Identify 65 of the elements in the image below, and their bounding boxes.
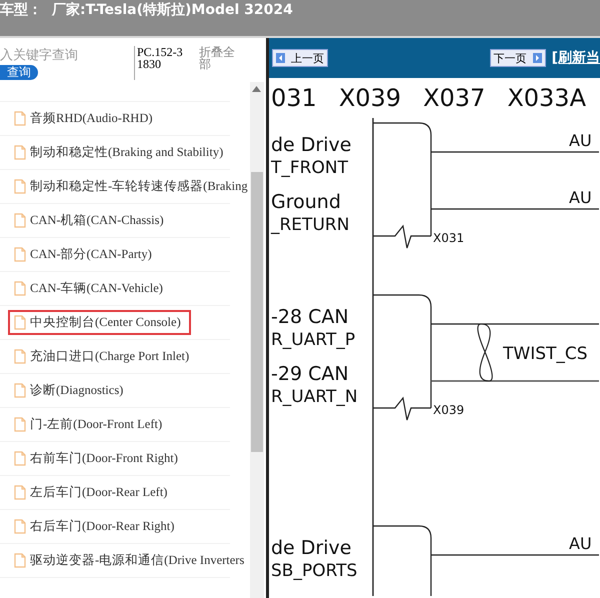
tree-item[interactable]: 门-左前(Door-Front Left) [8, 412, 172, 437]
pin-label: T_FRONT [271, 158, 348, 178]
pin-label: SB_PORTS [271, 561, 358, 581]
part-number: PC.152-31830 [134, 46, 187, 80]
pin-label: de Drive [271, 537, 352, 559]
file-icon [14, 281, 26, 296]
twist-label: TWIST_CS [503, 344, 588, 364]
wire-label: AU [569, 131, 592, 150]
break-symbol [373, 224, 431, 249]
tree-item[interactable]: 诊断(Diagnostics) [8, 378, 134, 403]
connector-name: X039 [433, 403, 464, 417]
file-icon [14, 417, 26, 432]
file-icon [14, 485, 26, 500]
vehicle-label: 车型： [0, 1, 42, 19]
tree-item[interactable]: 中央控制台(Center Console) [8, 310, 191, 335]
vehicle-name: 厂家:T-Tesla(特斯拉)Model 32024 [52, 1, 293, 19]
pin-label: de Drive [271, 134, 352, 156]
right-arrow-icon [532, 53, 542, 63]
break-symbol [373, 396, 431, 421]
file-icon [14, 247, 26, 262]
refresh-link[interactable]: [刷新当 [552, 49, 600, 67]
tree-item[interactable]: CAN-车辆(CAN-Vehicle) [8, 276, 173, 301]
pin-label: R_UART_N [271, 387, 358, 407]
scroll-up-icon[interactable] [252, 86, 261, 92]
pin-label: -28 CAN [271, 306, 349, 328]
pin-label: Ground [271, 191, 341, 213]
pin-label: _RETURN [271, 215, 350, 235]
file-icon [14, 111, 26, 126]
scrollbar[interactable] [250, 82, 264, 598]
previous-page-button[interactable]: 上一页 [272, 49, 328, 67]
scrollbar-thumb[interactable] [251, 172, 263, 452]
search-button[interactable]: 查询 [0, 65, 38, 80]
file-icon [14, 213, 26, 228]
tree-item[interactable]: 右前车门(Door-Front Right) [8, 446, 188, 471]
connector-label: 031 [271, 84, 317, 112]
file-icon [14, 349, 26, 364]
connector-label: X037 [423, 84, 486, 112]
tree-item[interactable]: 音频RHD(Audio-RHD) [8, 106, 163, 131]
twist-symbol [477, 323, 493, 382]
connector-label: X033A [507, 84, 586, 112]
tree-item[interactable]: 右后车门(Door-Rear Right) [8, 514, 184, 539]
tree-item[interactable]: 制动和稳定性-车轮转速传感器(Braking [8, 174, 250, 199]
pin-label: -29 CAN [271, 363, 349, 385]
file-icon [14, 179, 26, 194]
next-page-button[interactable]: 下一页 [490, 49, 546, 67]
file-icon [14, 315, 26, 330]
tree-item[interactable]: 驱动逆变器-电源和通信(Drive Inverters [8, 548, 250, 573]
connector-label: X039 [338, 84, 402, 112]
tree-item[interactable]: 左后车门(Door-Rear Left) [8, 480, 178, 505]
file-icon [14, 553, 26, 568]
file-icon [14, 519, 26, 534]
file-icon [14, 383, 26, 398]
pin-label: R_UART_P [271, 330, 356, 350]
collapse-all-link[interactable]: 折叠全部 [199, 46, 243, 70]
connector-name: X031 [433, 231, 464, 245]
file-icon [14, 451, 26, 466]
tree-item[interactable]: 充油口进口(Charge Port Inlet) [8, 344, 200, 369]
left-arrow-icon [276, 53, 285, 63]
tree-item[interactable]: CAN-部分(CAN-Party) [8, 242, 162, 267]
wire-label: AU [569, 188, 592, 207]
wire-label: AU [569, 534, 592, 553]
connector-outline [373, 525, 432, 596]
tree-item[interactable]: CAN-机箱(CAN-Chassis) [8, 208, 174, 233]
file-icon [14, 145, 26, 160]
tree-item[interactable]: 制动和稳定性(Braking and Stability) [8, 140, 234, 165]
